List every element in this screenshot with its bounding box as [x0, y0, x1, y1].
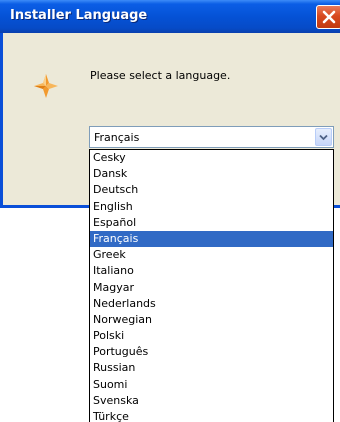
language-option[interactable]: Svenska — [90, 393, 333, 409]
language-option[interactable]: Polski — [90, 328, 333, 344]
close-icon — [322, 10, 336, 24]
language-option[interactable]: Cesky — [90, 150, 333, 166]
language-option[interactable]: Dansk — [90, 166, 333, 182]
language-option[interactable]: Français — [90, 230, 333, 248]
language-option[interactable]: English — [90, 199, 333, 215]
language-option[interactable]: Italiano — [90, 263, 333, 279]
language-option[interactable]: Nederlands — [90, 296, 333, 312]
language-option[interactable]: Norwegian — [90, 312, 333, 328]
language-option[interactable]: Deutsch — [90, 182, 333, 198]
language-option[interactable]: Greek — [90, 247, 333, 263]
language-option[interactable]: Magyar — [90, 280, 333, 296]
language-select-value: Français — [94, 131, 140, 144]
language-option[interactable]: Russian — [90, 360, 333, 376]
close-button[interactable] — [316, 5, 340, 29]
language-list[interactable]: Cesky Dansk Deutsch English Español Français G… — [89, 149, 334, 422]
installer-diamond-icon — [34, 74, 58, 98]
language-option[interactable]: Português — [90, 344, 333, 360]
window-title: Installer Language — [10, 8, 148, 23]
language-option[interactable]: Türkçe — [90, 409, 333, 422]
chevron-down-icon — [319, 134, 328, 141]
prompt-text: Please select a language. — [90, 69, 231, 82]
dropdown-button[interactable] — [315, 128, 332, 146]
language-option[interactable]: Español — [90, 215, 333, 231]
title-bar[interactable]: Installer Language — [0, 0, 340, 33]
language-option[interactable]: Suomi — [90, 377, 333, 393]
language-select[interactable]: Français — [89, 126, 334, 148]
